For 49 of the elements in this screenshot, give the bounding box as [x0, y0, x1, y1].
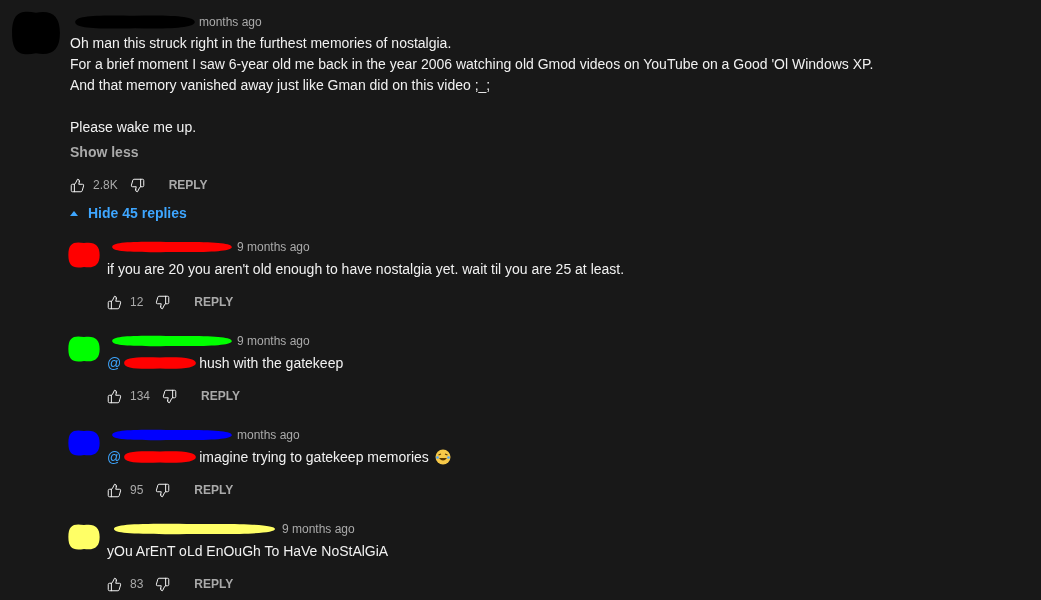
caret-icon [70, 211, 78, 216]
dislike-button[interactable] [162, 388, 178, 404]
show-less-link[interactable]: Show less [70, 142, 139, 163]
dislike-button[interactable] [155, 294, 171, 310]
reply-button[interactable]: REPLY [194, 575, 234, 593]
like-button[interactable] [70, 177, 85, 193]
reply-button[interactable]: REPLY [194, 481, 234, 499]
reply-button[interactable]: REPLY [168, 176, 208, 194]
mention-link[interactable]: @ [107, 446, 122, 468]
reply-button[interactable]: REPLY [201, 387, 240, 405]
thumbs-up-icon [107, 294, 122, 310]
reply-text: if you are 20 you aren't old enough to have nostalgia yet. wait til you are 25 at least. [107, 259, 625, 279]
thumbs-down-icon [155, 482, 171, 498]
dislike-button[interactable] [129, 177, 145, 193]
like-button[interactable] [107, 482, 122, 498]
thumbs-down-icon [155, 294, 171, 310]
reply-time: 9 months ago [237, 333, 310, 350]
reply-text: hush with the gatekeep [199, 353, 344, 373]
reply-text: imagine trying to gatekeep memories [199, 447, 429, 467]
reply-time: 9 months ago [282, 521, 355, 538]
like-count: 2.8K [93, 177, 118, 194]
thumbs-down-icon [129, 177, 145, 193]
comment-text: Please wake me up. [70, 118, 198, 137]
dislike-button[interactable] [155, 482, 171, 498]
like-button[interactable] [107, 294, 122, 310]
thumbs-down-icon [162, 388, 178, 404]
reply-time: months ago [237, 427, 300, 444]
dislike-button[interactable] [155, 576, 171, 592]
mention-link[interactable]: @ [107, 352, 122, 374]
like-button[interactable] [107, 576, 122, 592]
thumbs-down-icon [155, 576, 171, 592]
thumbs-up-icon [107, 388, 122, 404]
hide-replies-button[interactable]: Hide 45 replies [70, 203, 187, 224]
reply-text: yOu ArEnT oLd EnOuGh To HaVe NoStAlGiA [107, 541, 389, 561]
like-count: 83 [130, 576, 144, 593]
thumbs-up-icon [107, 482, 122, 498]
like-count: 134 [130, 388, 151, 405]
comment-time: months ago [199, 14, 262, 31]
thumbs-up-icon [70, 177, 85, 193]
laughing-emoji-icon [434, 449, 451, 465]
like-count: 95 [130, 482, 144, 499]
thumbs-up-icon [107, 576, 122, 592]
comment-text: Oh man this struck right in the furthest memories of nostalgia. [70, 34, 453, 53]
comment-text: And that memory vanished away just like Gman did on this video ;_; [70, 76, 492, 95]
reply-time: 9 months ago [237, 239, 310, 256]
comment-text: For a brief moment I saw 6-year old me back in the year 2006 watching old Gmod videos on YouTube on a Good 'Ol Windows XP. [70, 55, 874, 74]
like-count: 12 [130, 294, 144, 311]
like-button[interactable] [107, 388, 122, 404]
reply-button[interactable]: REPLY [194, 293, 234, 311]
